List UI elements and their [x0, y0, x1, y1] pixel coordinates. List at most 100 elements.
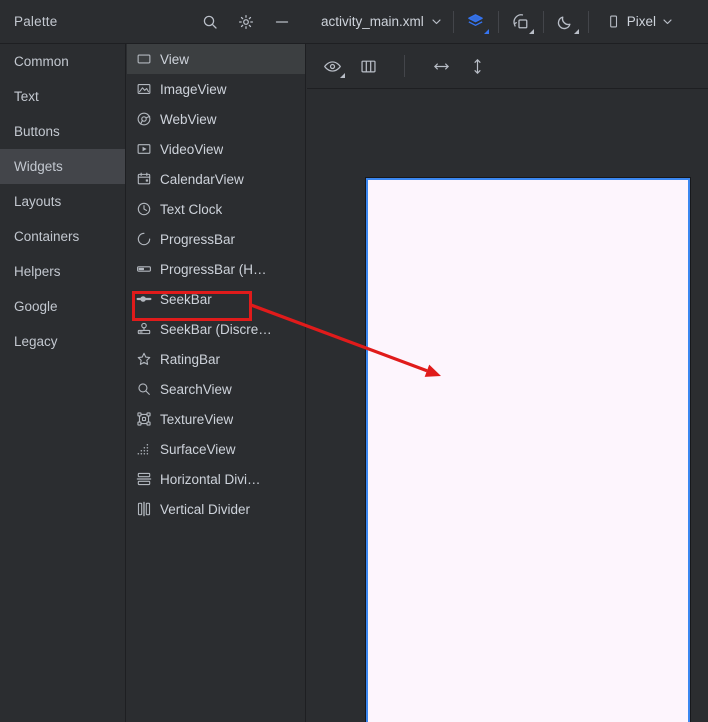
- dropdown-triangle-icon: [573, 28, 579, 34]
- palette-widget-item[interactable]: SurfaceView: [127, 434, 305, 464]
- palette-category-label: Helpers: [14, 264, 61, 279]
- palette-category-list: Common Text Buttons Widgets Layouts Container…: [0, 44, 126, 722]
- device-name: Pixel: [626, 14, 657, 29]
- layers-icon[interactable]: [465, 11, 489, 34]
- surface-icon: [135, 441, 152, 458]
- palette-category-google[interactable]: Google: [0, 289, 125, 324]
- night-mode-icon[interactable]: [555, 11, 579, 34]
- palette-category-containers[interactable]: Containers: [0, 219, 125, 254]
- palette-widget-item[interactable]: View: [127, 44, 305, 74]
- android-studio-layout-editor: Palette activity_main.xml Pixel Common T…: [0, 0, 708, 722]
- palette-widget-label: CalendarView: [160, 171, 244, 187]
- palette-widget-label: SeekBar: [160, 291, 212, 307]
- palette-widget-item[interactable]: ProgressBar: [127, 224, 305, 254]
- view-options-icon[interactable]: [321, 55, 345, 78]
- progress-circle-icon: [135, 231, 152, 248]
- palette-category-label: Text: [14, 89, 39, 104]
- minimize-icon[interactable]: [272, 12, 292, 32]
- design-surface-toolbar: [307, 44, 708, 89]
- palette-widget-label: Horizontal Divi…: [160, 471, 261, 487]
- chevron-down-icon: [662, 16, 673, 27]
- palette-widget-label: Vertical Divider: [160, 501, 251, 517]
- palette-widget-item[interactable]: TextureView: [127, 404, 305, 434]
- palette-widget-item[interactable]: ImageView: [127, 74, 305, 104]
- search-view-icon: [135, 381, 152, 398]
- device-selector[interactable]: Pixel: [606, 14, 673, 29]
- horizontal-divider-icon: [135, 471, 152, 488]
- texture-icon: [135, 411, 152, 428]
- palette-widget-label: SearchView: [160, 381, 232, 397]
- palette-category-helpers[interactable]: Helpers: [0, 254, 125, 289]
- palette-category-widgets[interactable]: Widgets: [0, 149, 125, 184]
- chevron-down-icon: [431, 16, 442, 27]
- palette-widget-label: RatingBar: [160, 351, 221, 367]
- palette-widget-item[interactable]: SeekBar (Discre…: [127, 314, 305, 344]
- palette-category-common[interactable]: Common: [0, 44, 125, 79]
- palette-category-label: Legacy: [14, 334, 58, 349]
- palette-category-text[interactable]: Text: [0, 79, 125, 114]
- seekbar-discrete-icon: [135, 321, 152, 338]
- palette-widget-item[interactable]: SearchView: [127, 374, 305, 404]
- phone-icon: [606, 14, 621, 29]
- palette-header-actions: [200, 12, 292, 32]
- palette-widget-item[interactable]: RatingBar: [127, 344, 305, 374]
- file-name: activity_main.xml: [321, 14, 424, 29]
- palette-widget-item[interactable]: WebView: [127, 104, 305, 134]
- design-canvas[interactable]: [307, 90, 708, 722]
- file-selector[interactable]: activity_main.xml: [321, 14, 442, 29]
- vertical-resize-icon[interactable]: [466, 55, 488, 77]
- dropdown-triangle-icon: [340, 73, 345, 78]
- palette-category-label: Google: [14, 299, 58, 314]
- top-bar: Palette activity_main.xml Pixel: [0, 0, 708, 44]
- progress-bar-icon: [135, 261, 152, 278]
- toolbar-separator-3: [542, 10, 544, 33]
- search-icon[interactable]: [200, 12, 220, 32]
- palette-category-buttons[interactable]: Buttons: [0, 114, 125, 149]
- palette-widget-item[interactable]: VideoView: [127, 134, 305, 164]
- image-icon: [135, 81, 152, 98]
- palette-widget-item[interactable]: Horizontal Divi…: [127, 464, 305, 494]
- palette-widget-label: ProgressBar: [160, 231, 236, 247]
- palette-category-label: Buttons: [14, 124, 60, 139]
- star-icon: [135, 351, 152, 368]
- palette-widget-label: SeekBar (Discre…: [160, 321, 272, 337]
- seekbar-icon: [135, 291, 152, 308]
- calendar-icon: [135, 171, 152, 188]
- palette-widget-item[interactable]: Vertical Divider: [127, 494, 305, 524]
- editor-header: activity_main.xml Pixel: [307, 0, 708, 43]
- web-icon: [135, 111, 152, 128]
- gear-icon[interactable]: [236, 12, 256, 32]
- palette-category-legacy[interactable]: Legacy: [0, 324, 125, 359]
- palette-widget-item[interactable]: ProgressBar (H…: [127, 254, 305, 284]
- palette-header: Palette: [0, 0, 306, 43]
- palette-widget-label: VideoView: [160, 141, 224, 157]
- palette-widget-label: ProgressBar (H…: [160, 261, 267, 277]
- palette-widget-item[interactable]: CalendarView: [127, 164, 305, 194]
- horizontal-resize-icon[interactable]: [430, 55, 452, 77]
- palette-widget-label: View: [160, 51, 190, 67]
- palette-widget-item[interactable]: SeekBar: [127, 284, 305, 314]
- rotate-icon[interactable]: [510, 11, 534, 34]
- dropdown-triangle-icon: [483, 28, 489, 34]
- palette-category-layouts[interactable]: Layouts: [0, 184, 125, 219]
- toolbar-separator-4: [587, 10, 589, 33]
- clock-icon: [135, 201, 152, 218]
- palette-category-label: Layouts: [14, 194, 62, 209]
- toolbar-separator-1: [452, 10, 454, 33]
- palette-category-label: Containers: [14, 229, 80, 244]
- video-icon: [135, 141, 152, 158]
- split-columns-icon[interactable]: [357, 55, 379, 77]
- palette-widget-label: TextureView: [160, 411, 234, 427]
- surface-toolbar-separator: [404, 55, 405, 77]
- palette-widget-label: Text Clock: [160, 201, 223, 217]
- palette-widget-item[interactable]: Text Clock: [127, 194, 305, 224]
- view-icon: [135, 51, 152, 68]
- palette-category-label: Common: [14, 54, 69, 69]
- palette-widget-list: View ImageView WebView VideoView CalendarVie…: [127, 44, 306, 722]
- palette-widget-label: ImageView: [160, 81, 227, 97]
- palette-title: Palette: [14, 14, 58, 29]
- device-preview-frame[interactable]: [366, 178, 690, 722]
- palette-category-label: Widgets: [14, 159, 63, 174]
- vertical-divider-icon: [135, 501, 152, 518]
- palette-body: Common Text Buttons Widgets Layouts Container…: [0, 44, 306, 722]
